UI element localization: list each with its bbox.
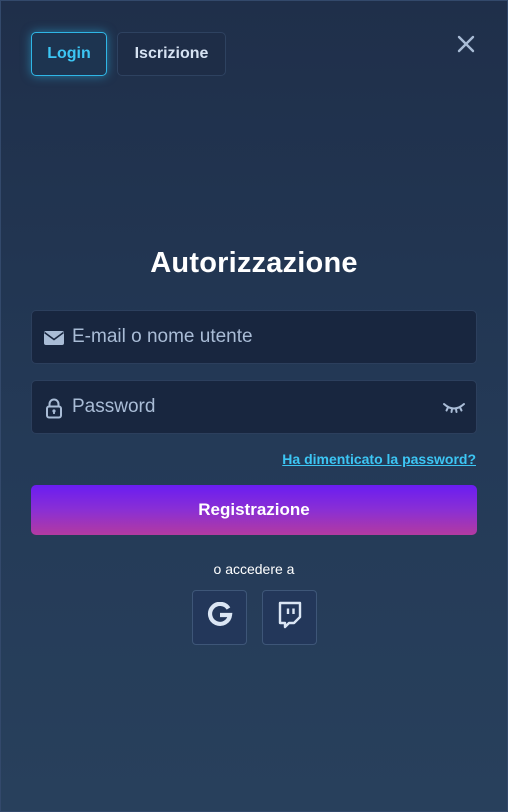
submit-button[interactable]: Registrazione: [31, 485, 477, 535]
close-icon[interactable]: [455, 33, 477, 55]
password-input[interactable]: [72, 381, 432, 433]
eye-closed-icon[interactable]: [442, 398, 466, 418]
google-login-button[interactable]: [192, 590, 247, 645]
login-modal: Login Iscrizione Autorizzazione E-mail o…: [0, 0, 508, 812]
twitch-icon: [277, 601, 303, 634]
forgot-password-link[interactable]: Ha dimenticato la password?: [282, 451, 476, 467]
tab-signup[interactable]: Iscrizione: [117, 32, 226, 76]
twitch-login-button[interactable]: [262, 590, 317, 645]
email-input[interactable]: [72, 311, 432, 363]
envelope-icon: [43, 327, 65, 349]
lock-icon: [43, 397, 65, 419]
page-title: Autorizzazione: [150, 247, 358, 279]
social-divider-text: o accedere a: [213, 561, 295, 577]
google-icon: [207, 601, 233, 633]
email-field[interactable]: [31, 310, 477, 364]
password-field[interactable]: [31, 380, 477, 434]
tab-login[interactable]: Login: [31, 32, 107, 76]
auth-tabs: Login Iscrizione: [31, 32, 226, 76]
